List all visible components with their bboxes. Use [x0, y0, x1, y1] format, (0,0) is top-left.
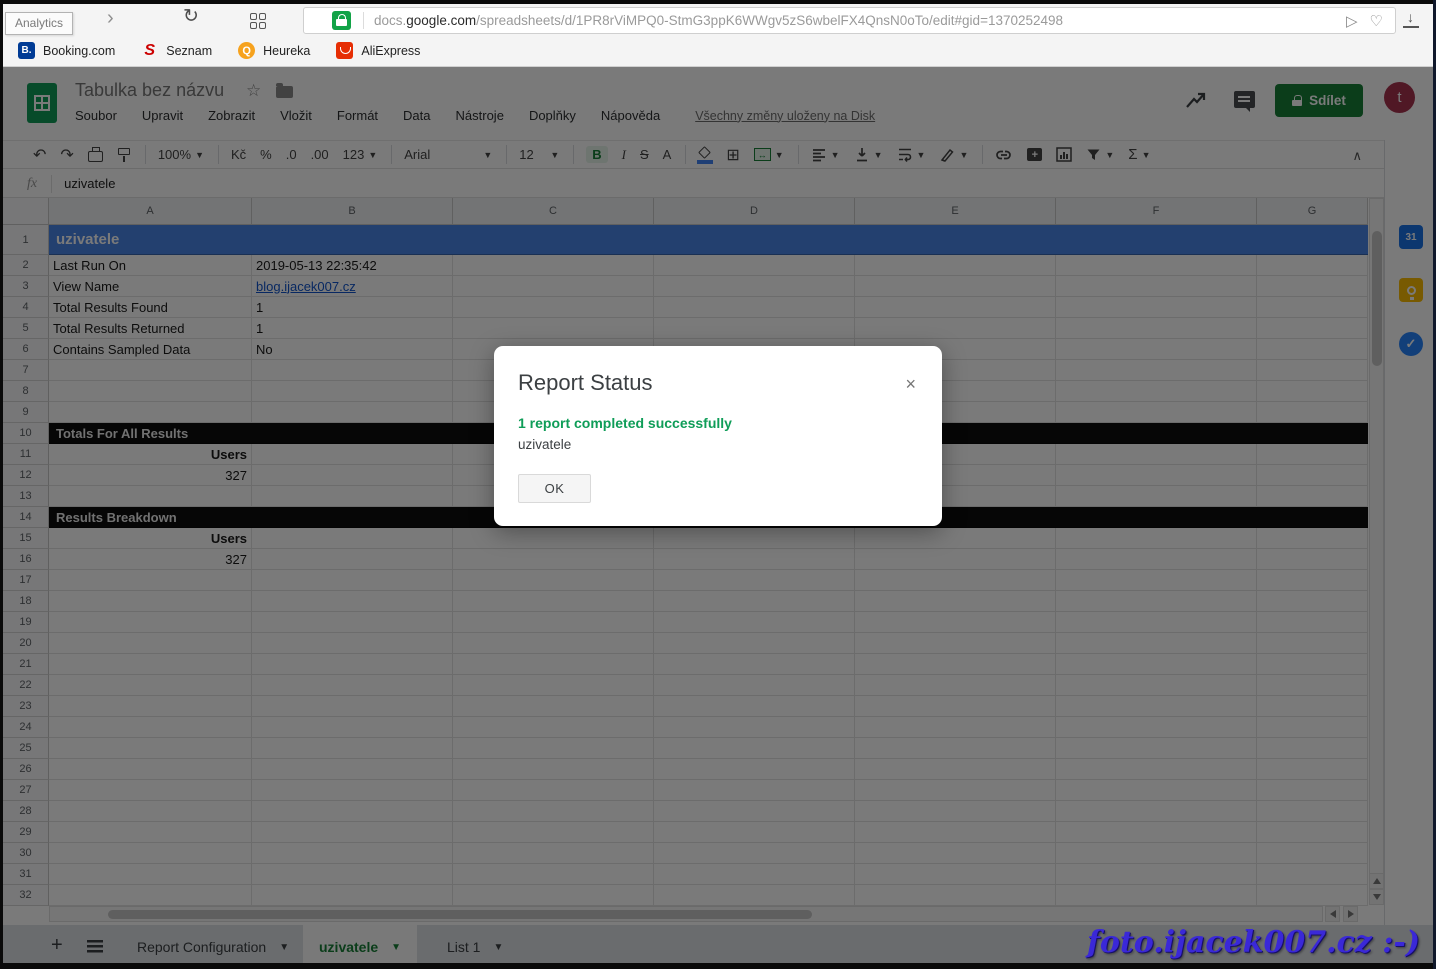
browser-tooltip: Analytics: [5, 12, 73, 35]
url-text: docs.google.com/spreadsheets/d/1PR8rViMP…: [374, 13, 1346, 28]
heureka-icon: Q: [238, 42, 255, 59]
send-to-flow-icon[interactable]: ▷: [1346, 12, 1358, 30]
url-domain: google.com: [406, 13, 476, 28]
secure-lock-icon[interactable]: [332, 11, 351, 30]
browser-speed-dial-icon[interactable]: [250, 13, 266, 29]
booking-icon: B.: [18, 42, 35, 59]
dialog-detail: uzivatele: [518, 437, 571, 452]
bookmarks-bar: B. Booking.com S Seznam Q Heureka AliExp…: [3, 35, 1433, 66]
bookmark-heureka[interactable]: Q Heureka: [238, 42, 310, 59]
dialog-ok-button[interactable]: OK: [518, 474, 591, 503]
dialog-title: Report Status: [518, 370, 653, 396]
watermark: foto.ijacek007.cz :-): [1087, 925, 1420, 960]
bookmark-seznam[interactable]: S Seznam: [141, 42, 212, 59]
url-path: /spreadsheets/d/1PR8rViMPQ0-StmG3ppK6WWg…: [476, 13, 1063, 28]
address-bar[interactable]: docs.google.com/spreadsheets/d/1PR8rViMP…: [303, 7, 1396, 34]
downloads-icon[interactable]: ↓: [1401, 10, 1421, 30]
url-divider: [363, 12, 364, 29]
bookmark-label: Seznam: [166, 44, 212, 58]
bookmark-label: AliExpress: [361, 44, 420, 58]
url-domain-prefix: docs.: [374, 13, 406, 28]
browser-chrome: ‹ › ↻ docs.google.com/spreadsheets/d/1PR…: [3, 4, 1433, 67]
window-frame-top: [0, 0, 1436, 4]
bookmark-aliexpress[interactable]: AliExpress: [336, 42, 420, 59]
bookmark-label: Booking.com: [43, 44, 115, 58]
seznam-icon: S: [141, 42, 158, 59]
dialog-success-message: 1 report completed successfully: [518, 415, 732, 431]
report-status-dialog: Report Status × 1 report completed succe…: [494, 346, 942, 526]
bookmark-heart-icon[interactable]: ♡: [1370, 12, 1383, 30]
bookmark-booking[interactable]: B. Booking.com: [18, 42, 115, 59]
window-frame-left: [0, 0, 3, 969]
browser-reload-icon[interactable]: ↻: [183, 7, 199, 27]
aliexpress-icon: [336, 42, 353, 59]
window-frame-bottom: [0, 963, 1436, 969]
browser-forward-icon[interactable]: ›: [107, 8, 114, 28]
dialog-close-icon[interactable]: ×: [905, 374, 916, 395]
bookmark-label: Heureka: [263, 44, 310, 58]
